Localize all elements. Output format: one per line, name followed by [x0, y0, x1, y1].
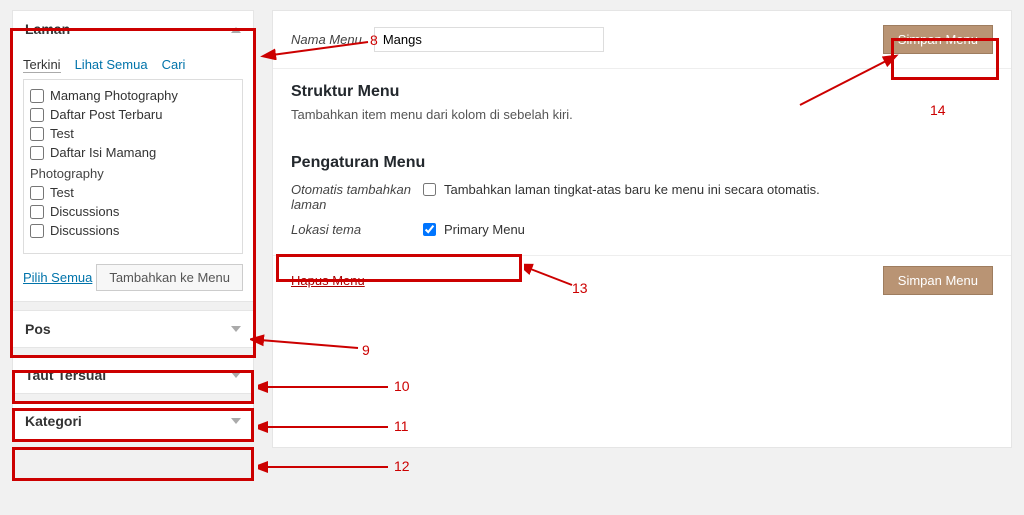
panel-title-taut: Taut Tersuai: [25, 367, 106, 383]
lokasi-option: Primary Menu: [444, 222, 525, 237]
panel-taut: Taut Tersuai: [12, 356, 254, 394]
annotation-number-12: 12: [394, 458, 410, 474]
menu-name-input[interactable]: [374, 27, 604, 52]
auto-add-checkbox[interactable]: [423, 183, 436, 196]
panel-pos: Pos: [12, 310, 254, 348]
list-item[interactable]: Daftar Isi Mamang: [30, 143, 236, 162]
list-item[interactable]: Discussions: [30, 202, 236, 221]
panel-header-pos[interactable]: Pos: [13, 311, 253, 347]
list-item-label: Daftar Post Terbaru: [50, 107, 162, 122]
save-menu-button-top[interactable]: Simpan Menu: [883, 25, 993, 54]
list-item[interactable]: Test: [30, 124, 236, 143]
tab-cari[interactable]: Cari: [162, 57, 186, 73]
panel-header-laman[interactable]: Laman: [13, 11, 253, 47]
panel-kategori: Kategori: [12, 402, 254, 440]
chevron-down-icon: [231, 326, 241, 337]
checkbox[interactable]: [30, 205, 44, 219]
list-item[interactable]: Test: [30, 183, 236, 202]
auto-add-desc: Tambahkan laman tingkat-atas baru ke men…: [444, 182, 820, 197]
lokasi-checkbox[interactable]: [423, 223, 436, 236]
pengaturan-title: Pengaturan Menu: [291, 154, 993, 172]
list-item[interactable]: Daftar Post Terbaru: [30, 105, 236, 124]
chevron-down-icon: [231, 418, 241, 429]
list-item-label: Mamang Photography: [50, 88, 178, 103]
annotation-arrow: [258, 458, 398, 476]
lokasi-label: Lokasi tema: [291, 222, 411, 237]
list-item-label: Discussions: [50, 223, 119, 238]
tab-lihat-semua[interactable]: Lihat Semua: [75, 57, 148, 73]
panel-body-laman: Terkini Lihat Semua Cari Mamang Photogra…: [13, 47, 253, 301]
checkbox[interactable]: [30, 89, 44, 103]
panel-title-kategori: Kategori: [25, 413, 82, 429]
chevron-up-icon: [231, 22, 241, 33]
laman-list[interactable]: Mamang Photography Daftar Post Terbaru T…: [23, 79, 243, 254]
list-item-label: Daftar Isi Mamang: [50, 145, 156, 160]
add-to-menu-button[interactable]: Tambahkan ke Menu: [96, 264, 243, 291]
list-item-label: Discussions: [50, 204, 119, 219]
list-item-label: Test: [50, 185, 74, 200]
tab-terkini[interactable]: Terkini: [23, 57, 61, 73]
panel-title-laman: Laman: [25, 21, 70, 37]
checkbox[interactable]: [30, 127, 44, 141]
select-all-link[interactable]: Pilih Semua: [23, 270, 92, 285]
checkbox[interactable]: [30, 186, 44, 200]
panel-header-kategori[interactable]: Kategori: [13, 403, 253, 439]
checkbox[interactable]: [30, 224, 44, 238]
list-item-label: Test: [50, 126, 74, 141]
list-item[interactable]: Discussions: [30, 221, 236, 240]
panel-header-taut[interactable]: Taut Tersuai: [13, 357, 253, 393]
save-menu-button-bottom[interactable]: Simpan Menu: [883, 266, 993, 295]
panel-laman: Laman Terkini Lihat Semua Cari Mamang Ph…: [12, 10, 254, 302]
checkbox[interactable]: [30, 108, 44, 122]
delete-menu-link[interactable]: Hapus Menu: [291, 273, 365, 288]
panel-title-pos: Pos: [25, 321, 51, 337]
auto-add-label: Otomatis tambahkan laman: [291, 182, 411, 212]
list-subtitle: Photography: [30, 162, 236, 183]
main-panel: Nama Menu Simpan Menu Struktur Menu Tamb…: [272, 10, 1012, 448]
chevron-down-icon: [231, 372, 241, 383]
checkbox[interactable]: [30, 146, 44, 160]
list-item[interactable]: Mamang Photography: [30, 86, 236, 105]
struktur-title: Struktur Menu: [291, 83, 993, 101]
menu-name-label: Nama Menu: [291, 32, 362, 47]
laman-tabs: Terkini Lihat Semua Cari: [23, 57, 243, 73]
struktur-desc: Tambahkan item menu dari kolom di sebela…: [291, 107, 993, 122]
